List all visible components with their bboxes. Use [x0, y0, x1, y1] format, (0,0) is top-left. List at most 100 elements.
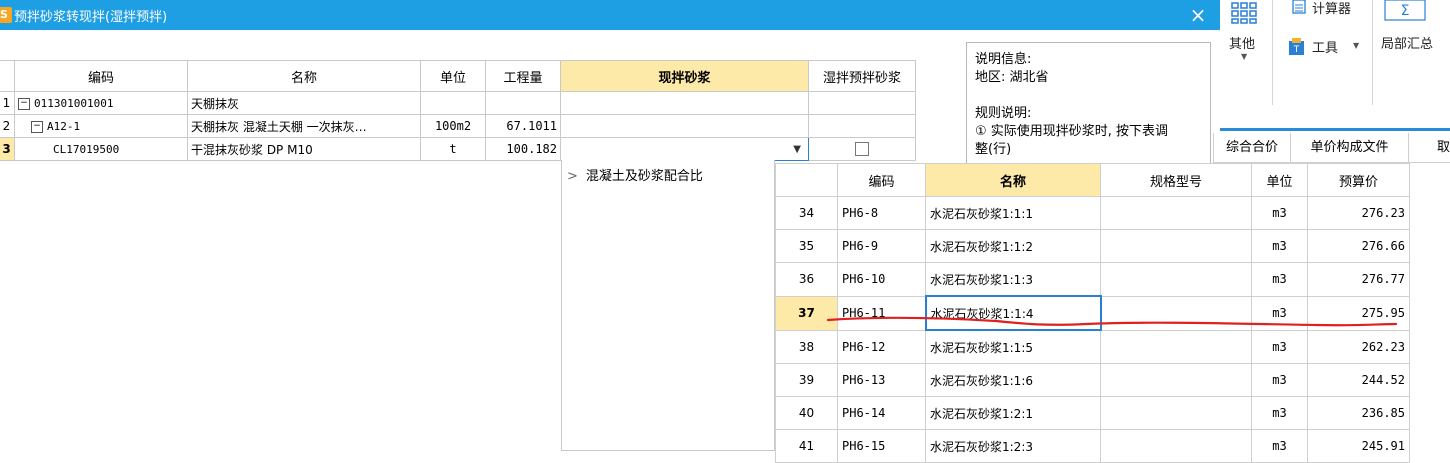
collapse-icon[interactable]: − — [18, 97, 30, 110]
table-row[interactable]: 34 PH6-8 水泥石灰砂浆1:1:1 m3 276.23 — [775, 196, 1410, 230]
unit-cell[interactable] — [420, 91, 486, 115]
unit-cell[interactable]: m3 — [1251, 396, 1308, 430]
info-line: 地区: 湖北省 — [975, 70, 1049, 85]
table-row[interactable]: 1 −011301001001 天棚抹灰 — [0, 91, 916, 115]
col-header-code[interactable]: 编码 — [837, 163, 926, 197]
wet-mortar-cell[interactable] — [808, 91, 916, 115]
site-mortar-select[interactable]: ▼ — [560, 137, 809, 161]
spec-cell[interactable] — [1100, 262, 1252, 297]
table-row[interactable]: 36 PH6-10 水泥石灰砂浆1:1:3 m3 276.77 — [775, 262, 1410, 297]
price-cell[interactable]: 276.66 — [1307, 229, 1410, 263]
code-cell[interactable]: PH6-10 — [837, 262, 926, 297]
price-cell[interactable]: 244.52 — [1307, 363, 1410, 397]
col-header-unit[interactable]: 单位 — [420, 60, 486, 92]
row-number: 39 — [775, 363, 838, 397]
price-cell[interactable]: 276.77 — [1307, 262, 1410, 297]
info-line: 整(行) — [975, 142, 1012, 157]
local-summary-button[interactable]: 局部汇总 — [1381, 33, 1433, 52]
col-header-wet-mortar[interactable]: 湿拌预拌砂浆 — [808, 60, 916, 92]
row-number: 2 — [0, 114, 15, 138]
code-cell[interactable]: PH6-12 — [837, 329, 926, 364]
code-cell[interactable]: −011301001001 — [14, 91, 188, 115]
close-button[interactable]: × — [1186, 3, 1210, 27]
spec-cell[interactable] — [1100, 363, 1252, 397]
name-cell[interactable]: 水泥石灰砂浆1:1:2 — [925, 229, 1101, 263]
collapse-icon[interactable]: − — [31, 120, 43, 133]
unit-cell[interactable]: m3 — [1251, 229, 1308, 263]
unit-cell[interactable]: m3 — [1251, 363, 1308, 397]
col-header-site-mortar[interactable]: 现拌砂浆 — [560, 60, 809, 92]
price-cell[interactable]: 236.85 — [1307, 396, 1410, 430]
col-header-unit[interactable]: 单位 — [1251, 163, 1308, 197]
qty-cell[interactable]: 67.1011 — [485, 114, 561, 138]
code-cell[interactable]: PH6-14 — [837, 396, 926, 430]
spec-cell[interactable] — [1100, 329, 1252, 364]
calculator-button[interactable]: 计算器 — [1312, 0, 1351, 17]
other-grid-icon[interactable] — [1230, 2, 1258, 24]
wet-mortar-checkbox[interactable] — [855, 142, 869, 157]
name-cell[interactable]: 水泥石灰砂浆1:2:1 — [925, 396, 1101, 430]
wet-mortar-cell[interactable] — [808, 137, 916, 161]
table-row[interactable]: 2 − A12-1 天棚抹灰 混凝土天棚 一次抹灰… 100m2 67.1011 — [0, 114, 916, 138]
tools-button[interactable]: 工具 — [1312, 37, 1338, 56]
col-header-price[interactable]: 预算价 — [1307, 163, 1410, 197]
code-cell[interactable]: PH6-9 — [837, 229, 926, 263]
calculator-icon[interactable] — [1292, 0, 1306, 14]
table-row[interactable]: 39 PH6-13 水泥石灰砂浆1:1:6 m3 244.52 — [775, 363, 1410, 397]
spec-cell[interactable] — [1100, 229, 1252, 263]
wet-mortar-cell[interactable] — [808, 114, 916, 138]
code-cell[interactable]: CL17019500 — [14, 137, 188, 161]
name-cell[interactable]: 水泥石灰砂浆1:1:3 — [925, 262, 1101, 297]
unit-cell[interactable]: m3 — [1251, 429, 1308, 463]
tree-item-concrete-mortar[interactable]: > 混凝土及砂浆配合比 — [567, 165, 703, 184]
col-header-spec[interactable]: 规格型号 — [1100, 163, 1252, 197]
chevron-down-icon[interactable]: ▼ — [1353, 41, 1359, 50]
spec-cell[interactable] — [1100, 396, 1252, 430]
site-mortar-cell[interactable] — [560, 91, 809, 115]
tab-unit-price-file[interactable]: 单价构成文件 — [1290, 133, 1408, 163]
row-number: 40 — [775, 396, 838, 430]
spec-cell[interactable] — [1100, 429, 1252, 463]
chevron-right-icon[interactable]: > — [567, 169, 578, 184]
price-cell[interactable]: 276.23 — [1307, 196, 1410, 230]
tab-fetch[interactable]: 取 — [1408, 133, 1450, 163]
name-cell[interactable]: 干混抹灰砂浆 DP M10 — [187, 137, 421, 161]
price-cell[interactable]: 245.91 — [1307, 429, 1410, 463]
col-header-name[interactable]: 名称 — [187, 60, 421, 92]
tab-composite-price[interactable]: 综合合价 — [1213, 133, 1290, 163]
code-cell[interactable]: PH6-15 — [837, 429, 926, 463]
name-cell[interactable]: 水泥石灰砂浆1:1:1 — [925, 196, 1101, 230]
chevron-down-icon[interactable]: ▼ — [793, 144, 801, 155]
unit-cell[interactable]: 100m2 — [420, 114, 486, 138]
info-line: ① 实际使用现拌砂浆时, 按下表调 — [975, 124, 1169, 139]
code-cell[interactable]: PH6-13 — [837, 363, 926, 397]
qty-cell[interactable] — [485, 91, 561, 115]
table-row[interactable]: 40 PH6-14 水泥石灰砂浆1:2:1 m3 236.85 — [775, 396, 1410, 430]
sum-icon[interactable]: Σ — [1383, 0, 1427, 22]
qty-cell[interactable]: 100.182 — [485, 137, 561, 161]
name-cell[interactable]: 水泥石灰砂浆1:1:5 — [925, 329, 1101, 364]
unit-cell[interactable]: m3 — [1251, 196, 1308, 230]
name-cell[interactable]: 水泥石灰砂浆1:2:3 — [925, 429, 1101, 463]
price-cell[interactable]: 262.23 — [1307, 329, 1410, 364]
col-header-code[interactable]: 编码 — [14, 60, 188, 92]
name-cell[interactable]: 水泥石灰砂浆1:1:6 — [925, 363, 1101, 397]
tools-icon[interactable]: T — [1288, 38, 1306, 56]
name-cell[interactable]: 天棚抹灰 混凝土天棚 一次抹灰… — [187, 114, 421, 138]
chevron-down-icon[interactable]: ▼ — [1241, 52, 1247, 61]
col-header-qty[interactable]: 工程量 — [485, 60, 561, 92]
unit-cell[interactable]: m3 — [1251, 329, 1308, 364]
code-cell[interactable]: − A12-1 — [14, 114, 188, 138]
code-cell[interactable]: PH6-8 — [837, 196, 926, 230]
other-button[interactable]: 其他 — [1229, 33, 1255, 52]
table-row[interactable]: 3 CL17019500 干混抹灰砂浆 DP M10 t 100.182 ▼ — [0, 137, 916, 161]
site-mortar-cell[interactable] — [560, 114, 809, 138]
spec-cell[interactable] — [1100, 196, 1252, 230]
unit-cell[interactable]: m3 — [1251, 262, 1308, 297]
col-header-name[interactable]: 名称 — [925, 163, 1101, 197]
unit-cell[interactable]: t — [420, 137, 486, 161]
table-row[interactable]: 35 PH6-9 水泥石灰砂浆1:1:2 m3 276.66 — [775, 229, 1410, 263]
name-cell[interactable]: 天棚抹灰 — [187, 91, 421, 115]
table-row[interactable]: 38 PH6-12 水泥石灰砂浆1:1:5 m3 262.23 — [775, 329, 1410, 364]
table-row[interactable]: 41 PH6-15 水泥石灰砂浆1:2:3 m3 245.91 — [775, 429, 1410, 463]
